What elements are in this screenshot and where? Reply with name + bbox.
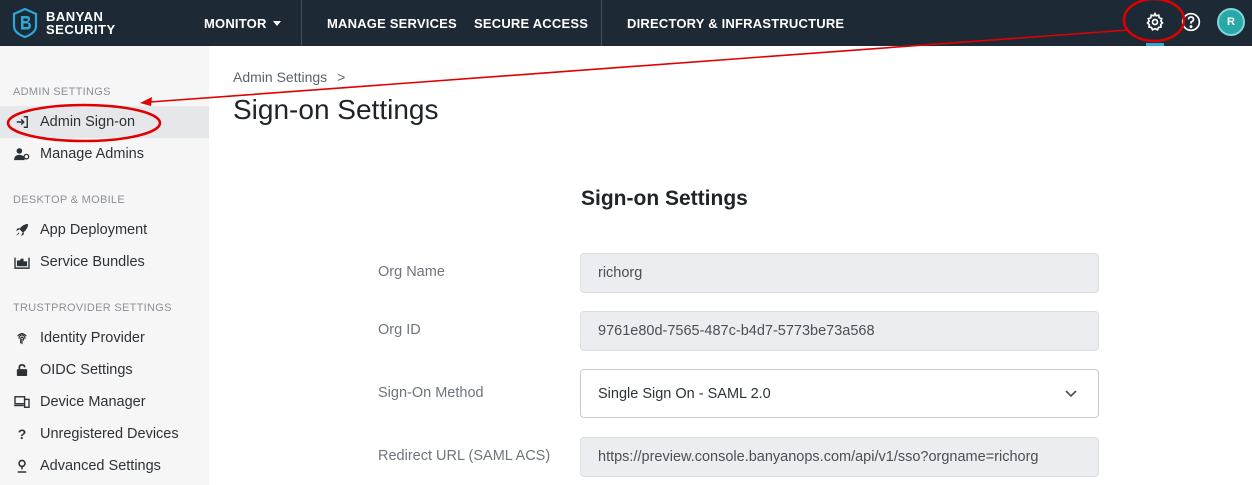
gear-icon — [1146, 12, 1164, 31]
org-id-field: 9761e80d-7565-487c-b4d7-5773be73a568 — [580, 311, 1099, 351]
sidebar-item-oidc-settings[interactable]: OIDC Settings — [0, 354, 209, 386]
nav-secure-access-label: SECURE ACCESS — [474, 15, 589, 31]
settings-button[interactable] — [1142, 9, 1168, 35]
section-title-admin-settings: ADMIN SETTINGS — [13, 86, 111, 98]
chevron-down-icon — [1065, 390, 1077, 398]
nav-directory-infrastructure[interactable]: DIRECTORY & INFRASTRUCTURE — [627, 0, 844, 46]
top-navigation-bar: BANYAN SECURITY MONITOR MANAGE SERVICES … — [0, 0, 1252, 46]
sidebar-item-identity-provider[interactable]: Identity Provider — [0, 322, 209, 354]
sign-on-method-select[interactable]: Single Sign On - SAML 2.0 — [580, 369, 1099, 418]
org-name-value: richorg — [598, 265, 643, 281]
admin-user-icon — [14, 146, 30, 162]
nav-manage-services[interactable]: MANAGE SERVICES — [327, 0, 457, 46]
sidebar-item-label: Admin Sign-on — [40, 114, 136, 130]
sidebar-item-label: App Deployment — [40, 222, 148, 238]
breadcrumb: Admin Settings > — [233, 69, 345, 85]
question-icon: ? — [17, 426, 27, 442]
advanced-icon — [14, 458, 30, 474]
sidebar-item-label: Device Manager — [40, 394, 146, 410]
user-avatar[interactable]: R — [1217, 8, 1245, 36]
active-indicator — [1146, 43, 1164, 46]
caret-down-icon — [272, 20, 281, 26]
nav-divider — [601, 0, 602, 46]
bundle-icon — [14, 254, 30, 270]
sidebar-item-label: Advanced Settings — [40, 458, 161, 474]
banyan-shield-icon — [12, 8, 38, 38]
brand-name: BANYAN SECURITY — [46, 10, 116, 36]
sidebar: ADMIN SETTINGS Admin Sign-on Manage Admi… — [0, 46, 209, 485]
sidebar-item-label: Manage Admins — [40, 146, 144, 162]
sidebar-item-label: Service Bundles — [40, 254, 145, 270]
sidebar-item-service-bundles[interactable]: Service Bundles — [0, 246, 209, 278]
brand-line-2: SECURITY — [46, 22, 116, 37]
breadcrumb-separator: > — [337, 69, 346, 85]
fingerprint-icon — [14, 330, 30, 346]
nav-directory-infrastructure-label: DIRECTORY & INFRASTRUCTURE — [627, 15, 845, 31]
nav-manage-services-label: MANAGE SERVICES — [327, 15, 457, 31]
org-name-label: Org Name — [378, 264, 445, 280]
sidebar-item-unregistered-devices[interactable]: ? Unregistered Devices — [0, 418, 209, 450]
sign-on-method-label: Sign-On Method — [378, 385, 484, 401]
nav-secure-access[interactable]: SECURE ACCESS — [474, 0, 588, 46]
sidebar-item-advanced-settings[interactable]: Advanced Settings — [0, 450, 209, 482]
nav-monitor-label: MONITOR — [204, 15, 267, 31]
lock-icon — [14, 362, 30, 378]
sidebar-item-app-deployment[interactable]: App Deployment — [0, 214, 209, 246]
page-title: Sign-on Settings — [233, 94, 439, 125]
nav-divider — [301, 0, 302, 46]
help-icon — [1181, 12, 1201, 32]
section-title-desktop-mobile: DESKTOP & MOBILE — [13, 194, 125, 206]
sidebar-item-device-manager[interactable]: Device Manager — [0, 386, 209, 418]
sidebar-item-label: OIDC Settings — [40, 362, 133, 378]
sign-in-icon — [14, 114, 30, 130]
form-title: Sign-on Settings — [581, 187, 748, 210]
section-title-trustprovider-settings: TRUSTPROVIDER SETTINGS — [13, 302, 172, 314]
rocket-icon — [14, 222, 30, 238]
sign-on-method-value: Single Sign On - SAML 2.0 — [598, 385, 771, 402]
redirect-url-value: https://preview.console.banyanops.com/ap… — [598, 449, 1039, 465]
sidebar-item-manage-admins[interactable]: Manage Admins — [0, 138, 209, 170]
sidebar-item-label: Identity Provider — [40, 330, 145, 346]
banyan-logo[interactable]: BANYAN SECURITY — [12, 6, 132, 40]
sidebar-item-admin-sign-on[interactable]: Admin Sign-on — [0, 106, 209, 138]
org-id-label: Org ID — [378, 322, 421, 338]
help-button[interactable] — [1178, 9, 1204, 35]
sidebar-item-label: Unregistered Devices — [40, 426, 179, 442]
avatar-initial: R — [1227, 16, 1235, 28]
breadcrumb-admin-settings[interactable]: Admin Settings — [233, 69, 327, 85]
devices-icon — [14, 394, 30, 410]
org-id-value: 9761e80d-7565-487c-b4d7-5773be73a568 — [598, 323, 875, 339]
org-name-field: richorg — [580, 253, 1099, 293]
redirect-url-label: Redirect URL (SAML ACS) — [378, 448, 551, 464]
nav-monitor[interactable]: MONITOR — [204, 0, 281, 46]
redirect-url-field: https://preview.console.banyanops.com/ap… — [580, 437, 1099, 477]
